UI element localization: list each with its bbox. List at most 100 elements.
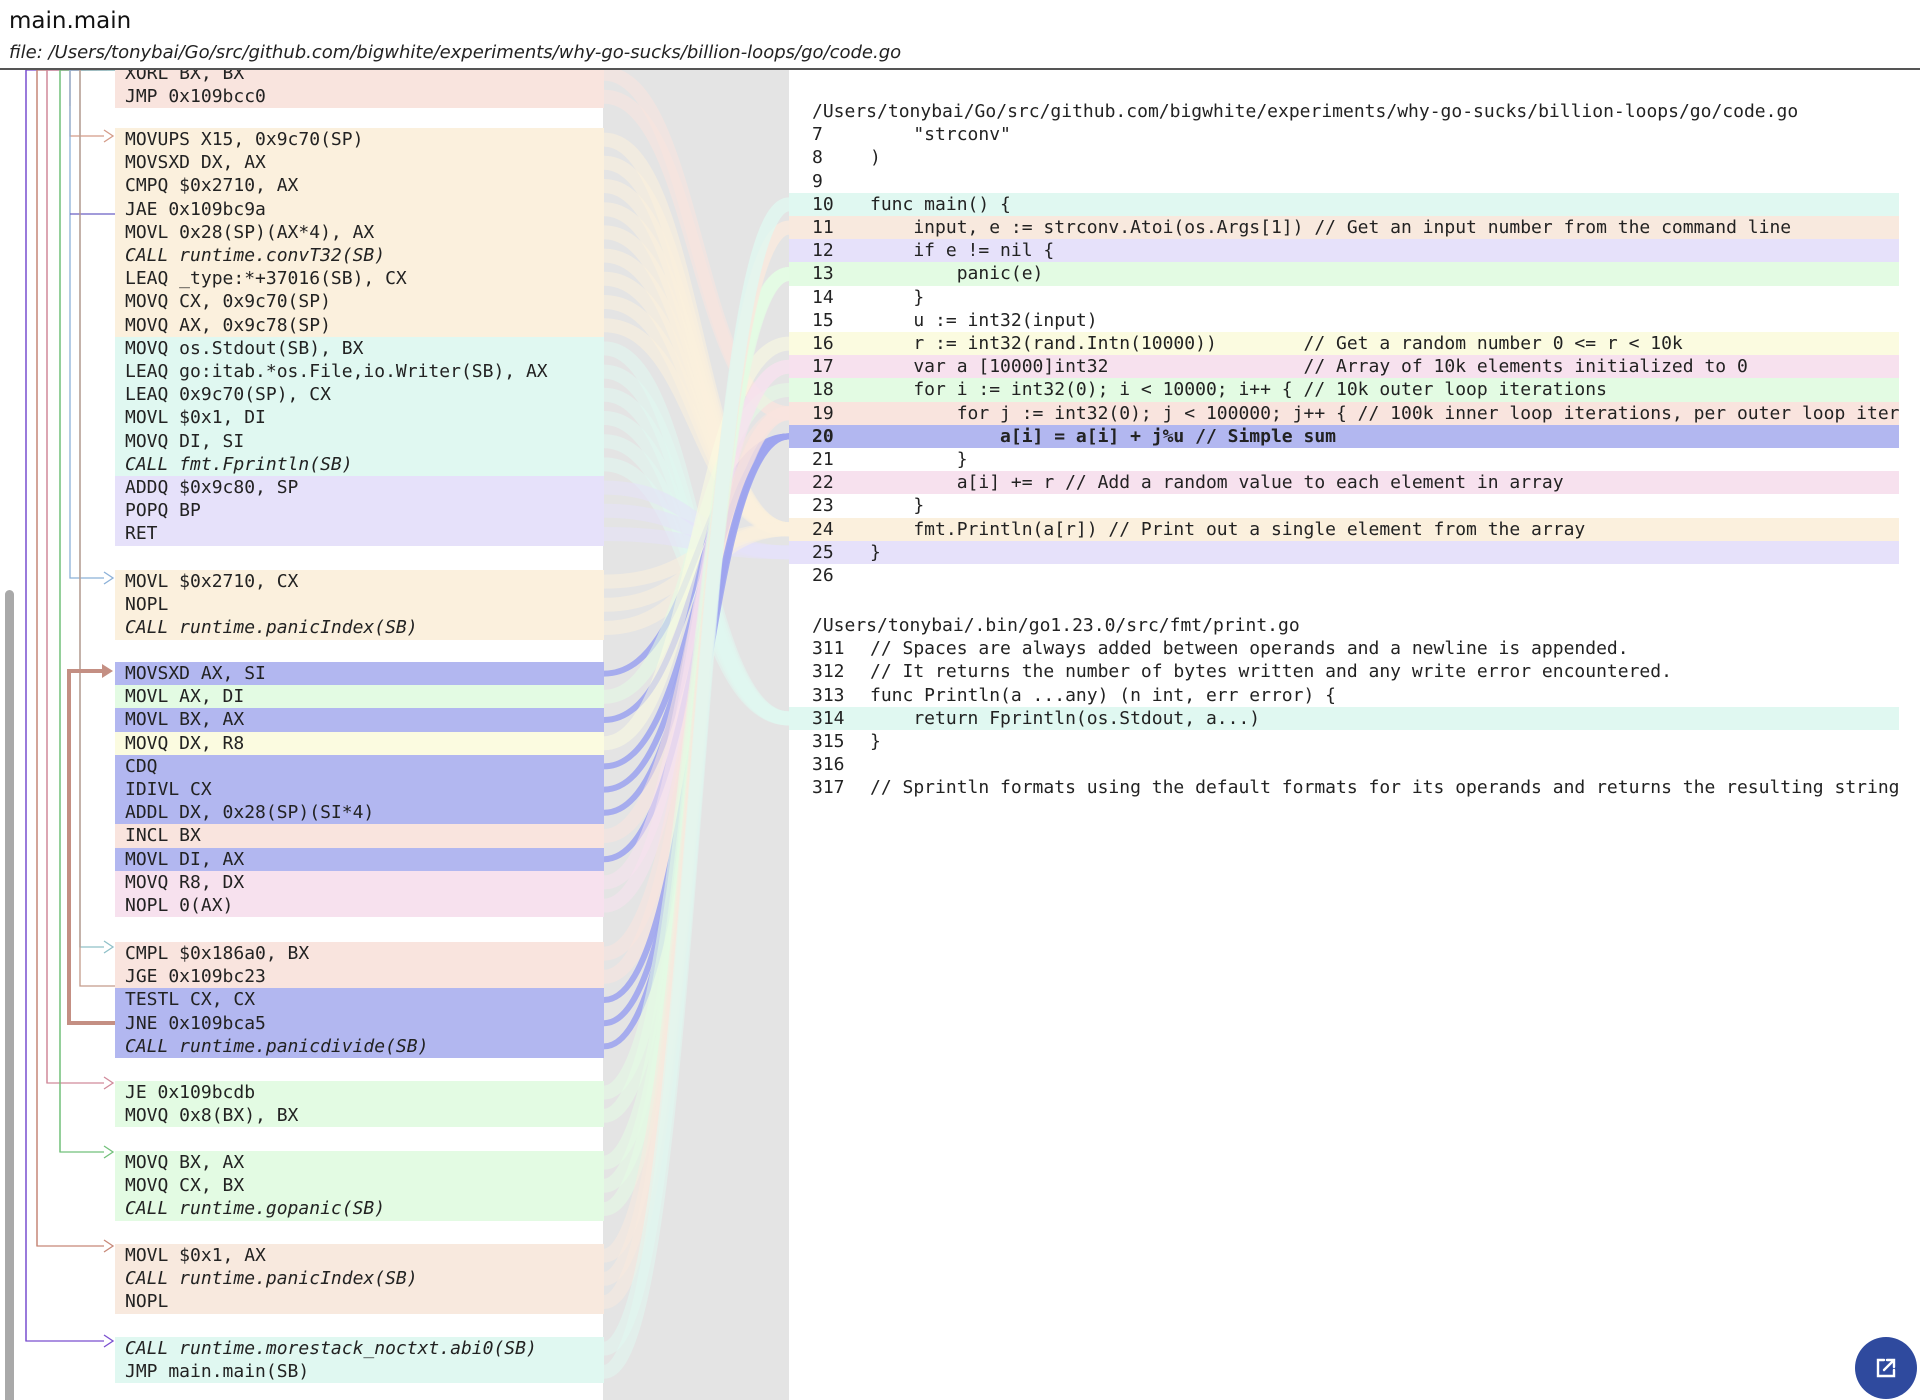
asm-instruction[interactable]: MOVQ CX, BX [115,1174,604,1198]
vertical-scrollbar[interactable] [5,590,14,1400]
disassembly-view: XORL BX, BX JMP 0x109bcc0 MOVUPS X15, 0x9c… [0,70,1920,1400]
line-number: 8 [812,147,823,169]
asm-instruction[interactable]: MOVUPS X15, 0x9c70(SP) [115,128,604,152]
source-line[interactable]: 26 [789,564,1899,587]
source-line[interactable]: 9 [789,170,1899,193]
source-line[interactable]: 11 input, e := strconv.Atoi(os.Args[1]) … [789,216,1899,240]
jump-arrows [25,70,115,1348]
asm-instruction[interactable]: JE 0x109bcdb [115,1081,604,1105]
asm-instruction[interactable]: CDQ [115,754,604,778]
asm-instruction[interactable]: IDIVL CX [115,778,604,802]
asm-instruction[interactable]: MOVQ AX, 0x9c78(SP) [115,313,604,337]
asm-instruction[interactable]: MOVL 0x28(SP)(AX*4), AX [115,220,604,244]
asm-instruction[interactable]: MOVSXD DX, AX [115,151,604,175]
asm-instruction[interactable]: MOVQ R8, DX [115,870,604,894]
source-line[interactable]: 13 panic(e) [789,262,1899,286]
source-line[interactable]: 316 [789,753,1899,776]
asm-instruction[interactable]: MOVL $0x1, AX [115,1244,604,1268]
source-line[interactable]: 16 r := int32(rand.Intn(10000)) // Get a… [789,332,1899,356]
asm-instruction[interactable]: MOVQ CX, 0x9c70(SP) [115,290,604,314]
jump-arrow [69,70,115,137]
line-number: 316 [812,754,845,776]
line-number: 313 [812,684,845,706]
source-line[interactable]: 313 func Println(a ...any) (n int, err er… [789,684,1899,707]
asm-instruction[interactable]: NOPL [115,593,604,617]
asm-instruction[interactable]: INCL BX [115,824,604,848]
asm-instruction[interactable]: MOVL AX, DI [115,685,604,709]
source-line[interactable]: 312 // It returns the number of bytes wri… [789,660,1899,683]
source-code: a[i] += r // Add a random value to each … [870,472,1564,494]
asm-instruction[interactable]: LEAQ go:itab.*os.File,io.Writer(SB), AX [115,360,604,384]
asm-instruction[interactable]: JMP 0x109bcc0 [115,85,604,109]
source-line[interactable]: 17 var a [10000]int32 // Array of 10k el… [789,355,1899,379]
asm-instruction[interactable]: CALL runtime.convT32(SB) [115,244,604,268]
asm-instruction[interactable]: ADDL DX, 0x28(SP)(SI*4) [115,801,604,825]
source-line[interactable]: 8) [789,146,1899,169]
asm-instruction[interactable]: NOPL 0(AX) [115,894,604,918]
asm-instruction[interactable]: MOVL DI, AX [115,847,604,871]
asm-instruction[interactable]: CMPL $0x186a0, BX [115,942,604,966]
jump-arrow [46,70,107,1084]
source-line[interactable]: 18 for i := int32(0); i < 10000; i++ { /… [789,378,1899,402]
source-line[interactable]: 12 if e != nil { [789,239,1899,263]
asm-instruction[interactable]: MOVQ DX, R8 [115,731,604,755]
source-line[interactable]: 20 a[i] = a[i] + j%u // Simple sum [789,424,1899,448]
line-number: 15 [812,309,834,331]
loop-arrowhead [102,664,113,678]
source-line[interactable]: 14 } [789,286,1899,309]
asm-instruction[interactable]: CALL runtime.panicdivide(SB) [115,1034,604,1058]
asm-instruction[interactable]: MOVL $0x2710, CX [115,570,604,594]
source-line[interactable]: 21 } [789,448,1899,471]
source-line[interactable]: 311 // Spaces are always added between op… [789,637,1899,660]
asm-instruction[interactable]: JGE 0x109bc23 [115,965,604,989]
source-code: panic(e) [870,263,1044,285]
asm-instruction[interactable]: XORL BX, BX [115,70,604,86]
asm-instruction[interactable]: RET [115,522,604,546]
asm-instruction[interactable]: CALL runtime.morestack_noctxt.abi0(SB) [115,1337,604,1361]
asm-instruction[interactable]: NOPL [115,1290,604,1314]
line-number: 24 [812,518,834,540]
asm-instruction[interactable]: TESTL CX, CX [115,988,604,1012]
source-line[interactable]: 317 // Sprintln formats using the default… [789,776,1899,799]
asm-instruction[interactable]: LEAQ _type:*+37016(SB), CX [115,267,604,291]
asm-instruction[interactable]: MOVQ os.Stdout(SB), BX [115,336,604,360]
asm-instruction[interactable]: JNE 0x109bca5 [115,1011,604,1035]
jump-arrowhead [103,129,115,143]
open-external-button[interactable] [1855,1337,1917,1399]
line-number: 315 [812,731,845,752]
file-path: file: /Users/tonybai/Go/src/github.com/b… [9,42,902,63]
asm-instruction[interactable]: MOVL $0x1, DI [115,406,604,430]
asm-instruction[interactable]: JMP main.main(SB) [115,1360,604,1384]
asm-instruction[interactable]: MOVQ 0x8(BX), BX [115,1104,604,1128]
asm-instruction[interactable]: MOVL BX, AX [115,708,604,732]
asm-instruction[interactable]: CALL runtime.panicIndex(SB) [115,616,604,640]
source-line[interactable]: 24 fmt.Println(a[r]) // Print out a sing… [789,517,1899,541]
asm-instruction[interactable]: CALL runtime.gopanic(SB) [115,1197,604,1221]
source-line[interactable]: 25} [789,540,1899,564]
asm-instruction[interactable]: MOVQ DI, SI [115,429,604,453]
source-line[interactable]: 23 } [789,494,1899,517]
jump-arrow [25,70,104,1342]
source-line[interactable]: 10 func main() { [789,192,1899,216]
source-code: for j := int32(0); j < 100000; j++ { // … [870,402,1899,424]
asm-instruction[interactable]: ADDQ $0x9c80, SP [115,476,604,500]
source-line[interactable]: 314 return Fprintln(os.Stdout, a...) [789,706,1899,730]
line-number: 9 [812,170,823,192]
line-number: 317 [812,777,845,799]
asm-instruction[interactable]: CMPQ $0x2710, AX [115,174,604,198]
asm-instruction[interactable]: CALL fmt.Fprintln(SB) [115,452,604,476]
source-line[interactable]: 22 a[i] += r // Add a random value to ea… [789,471,1899,495]
source-line[interactable]: 19 for j := int32(0); j < 100000; j++ { … [789,401,1899,425]
asm-instruction[interactable]: POPQ BP [115,499,604,523]
source-code: // It returns the number of bytes writte… [870,661,1672,683]
source-line[interactable]: 15 u := int32(input) [789,309,1899,332]
asm-instruction[interactable]: MOVSXD AX, SI [115,662,604,686]
asm-instruction[interactable]: CALL runtime.panicIndex(SB) [115,1267,604,1291]
asm-instruction[interactable]: JAE 0x109bc9a [115,197,604,221]
source-code: fmt.Println(a[r]) // Print out a single … [870,518,1586,540]
source-line[interactable]: 315} [789,730,1899,753]
source-line[interactable]: 7 "strconv" [789,123,1899,146]
asm-instruction[interactable]: MOVQ BX, AX [115,1151,604,1175]
asm-instruction[interactable]: LEAQ 0x9c70(SP), CX [115,383,604,407]
function-title: main.main [9,8,132,34]
